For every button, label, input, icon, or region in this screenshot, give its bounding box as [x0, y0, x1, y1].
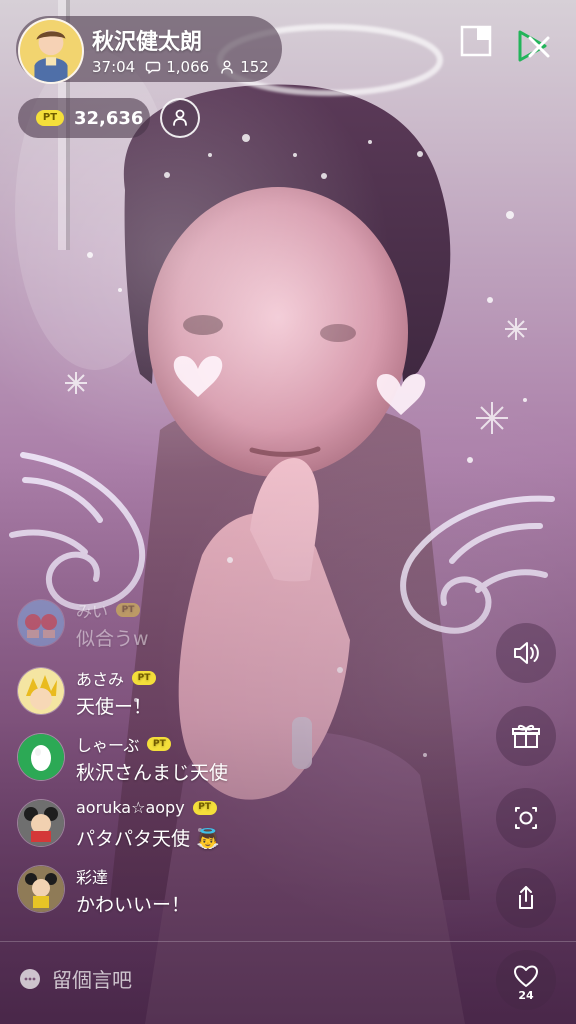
- gift-icon: [512, 724, 540, 748]
- elapsed-time: 37:04: [92, 58, 136, 76]
- comment-input-placeholder: 留個言吧: [52, 968, 132, 992]
- face: [148, 187, 408, 477]
- comment-avatar-image: [18, 866, 64, 912]
- comment-avatar-image: [18, 668, 64, 714]
- comment-avatar: [18, 800, 64, 846]
- volume-icon: [514, 642, 539, 664]
- comment-username: 彩達: [76, 868, 109, 887]
- live-stream-screen: 秋沢健太朗 37:04 1,066 152 PT 32,636 みい PT 似合…: [0, 0, 576, 1024]
- comment-item: 彩達 かわいいー！: [18, 864, 398, 930]
- comment-avatar-image: [18, 600, 64, 646]
- person-icon: [221, 60, 233, 74]
- comment-header: aoruka☆aopy PT: [76, 798, 217, 817]
- pt-badge: PT: [36, 110, 64, 126]
- comment-message: 天使ー！: [76, 696, 153, 718]
- comment-avatar-image: [18, 734, 64, 780]
- pt-badge: PT: [116, 603, 141, 617]
- stream-metadata: 37:04 1,066 152: [92, 58, 269, 76]
- comment-avatar: [18, 734, 64, 780]
- streamer-avatar-image: [20, 20, 82, 82]
- camera-icon: [515, 807, 537, 829]
- comment-list: みい PT 似合うw あさみ PT 天使ー！ しゃーぶ PT 秋沢さんまじ天使 …: [18, 598, 398, 930]
- pt-badge: PT: [132, 671, 157, 685]
- pt-badge: PT: [147, 737, 172, 751]
- comment-username: aoruka☆aopy: [76, 798, 185, 817]
- comment-avatar: [18, 866, 64, 912]
- comment-header: みい PT: [76, 598, 141, 622]
- person-icon: [173, 109, 187, 126]
- comment-message: パタパタ天使 👼: [76, 824, 220, 851]
- comment-message: かわいいー！: [76, 894, 191, 916]
- window-icon: [460, 25, 492, 57]
- follow-button[interactable]: [160, 98, 200, 138]
- viewer-count: 152: [240, 58, 269, 76]
- comment-avatar: [18, 668, 64, 714]
- comment-message: 似合うw: [76, 628, 149, 650]
- comment-count: 1,066: [166, 58, 210, 76]
- comment-item: しゃーぶ PT 秋沢さんまじ天使: [18, 732, 398, 798]
- comment-header: 彩達: [76, 864, 108, 888]
- points-value: 32,636: [74, 107, 144, 129]
- comment-avatar-image: [18, 800, 64, 846]
- comment-item: あさみ PT 天使ー！: [18, 666, 398, 732]
- chat-icon: [146, 61, 161, 74]
- points-pill[interactable]: PT 32,636: [18, 98, 150, 138]
- comment-message-text: パタパタ天使: [76, 828, 191, 850]
- comment-avatar: [18, 600, 64, 646]
- viewer-count-group: 152: [219, 58, 269, 76]
- comment-count-group: 1,066: [145, 58, 209, 76]
- share-button[interactable]: [496, 868, 556, 928]
- close-icon: [518, 30, 550, 62]
- volume-button[interactable]: [496, 623, 556, 683]
- left-eye: [183, 315, 223, 335]
- chat-bubble-icon: [20, 968, 40, 989]
- comment-input[interactable]: 留個言吧: [18, 964, 132, 993]
- comment-header: しゃーぶ PT: [76, 732, 172, 756]
- screenshot-button[interactable]: [496, 788, 556, 848]
- like-count: 24: [518, 989, 534, 1002]
- close-stream-button[interactable]: [510, 24, 554, 68]
- comment-username: みい: [76, 602, 109, 621]
- share-icon: [519, 886, 533, 909]
- pt-badge: PT: [192, 800, 217, 815]
- comment-item: みい PT 似合うw: [18, 598, 398, 666]
- right-eye: [320, 324, 356, 342]
- comment-username: しゃーぶ: [76, 736, 140, 755]
- comment-username: あさみ: [76, 670, 125, 689]
- comment-header: あさみ PT: [76, 666, 157, 690]
- comment-input-divider: [0, 941, 576, 942]
- picture-in-picture-button[interactable]: [460, 25, 492, 57]
- comment-message: 秋沢さんまじ天使: [76, 762, 229, 784]
- streamer-name: 秋沢健太朗: [92, 30, 203, 55]
- angel-baby-emoji-icon: 👼: [196, 828, 220, 850]
- comment-item: aoruka☆aopy PT パタパタ天使 👼: [18, 798, 398, 864]
- gift-button[interactable]: [496, 706, 556, 766]
- heart-icon: [514, 965, 538, 987]
- like-button[interactable]: 24: [496, 950, 556, 1010]
- streamer-avatar[interactable]: [18, 18, 84, 84]
